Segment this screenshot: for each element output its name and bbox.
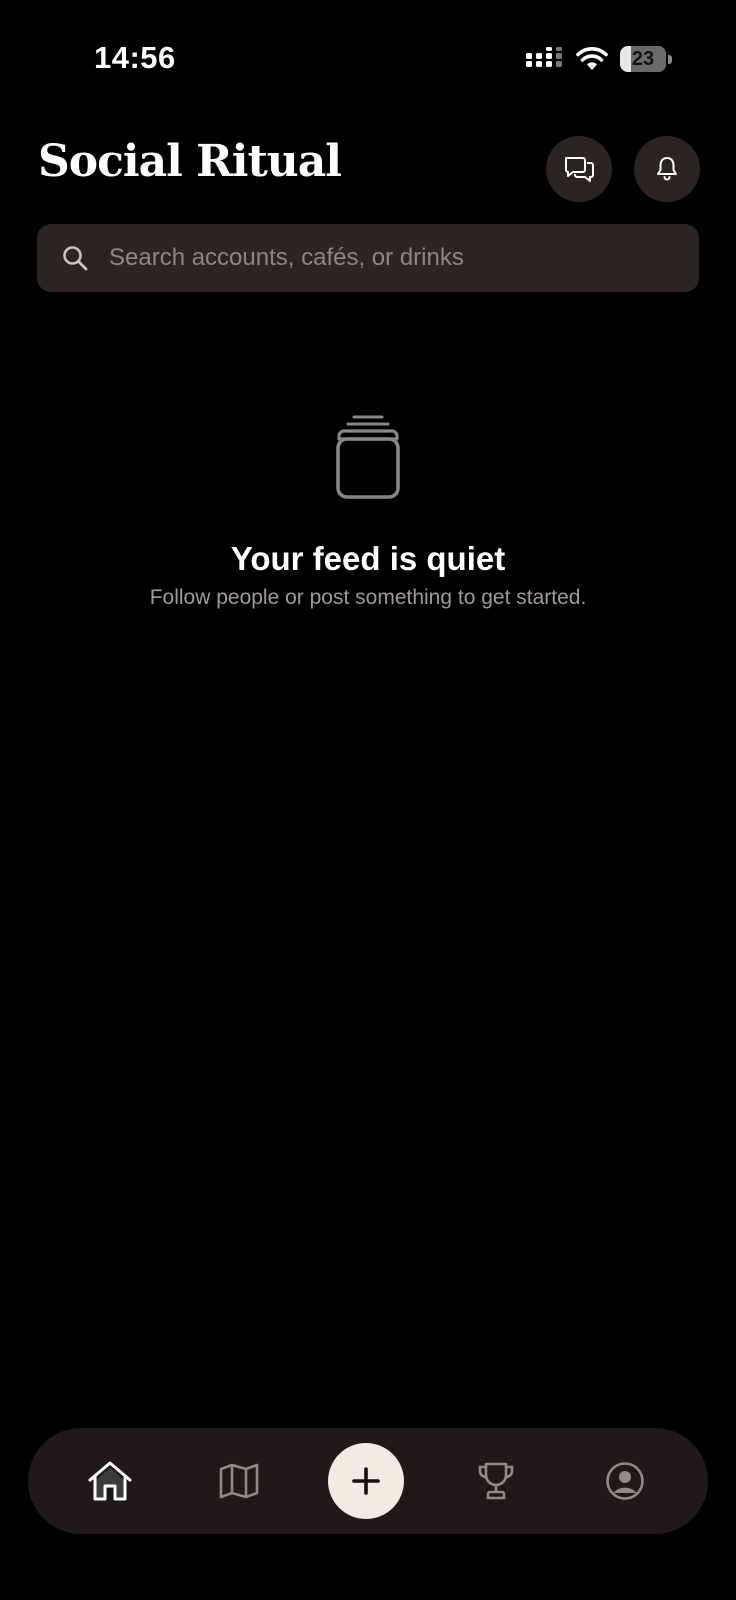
empty-state-title: Your feed is quiet (230, 540, 506, 577)
nav-profile[interactable] (590, 1446, 660, 1516)
messages-button[interactable] (546, 136, 612, 202)
empty-jar-icon (336, 415, 400, 499)
wifi-icon (576, 47, 608, 70)
bell-icon (657, 157, 677, 181)
empty-state-subtitle: Follow people or post something to get s… (149, 586, 587, 609)
battery-level: 23 (631, 48, 655, 70)
notifications-button[interactable] (634, 136, 700, 202)
search-bar[interactable] (37, 224, 699, 292)
home-icon (88, 1461, 132, 1501)
profile-icon (606, 1462, 644, 1500)
bottom-nav (28, 1428, 708, 1534)
nav-awards[interactable] (461, 1446, 531, 1516)
search-input[interactable] (73, 224, 653, 292)
status-time: 14:56 (94, 40, 176, 75)
map-icon (219, 1463, 259, 1499)
nav-map[interactable] (204, 1446, 274, 1516)
chat-bubbles-icon (565, 157, 594, 182)
trophy-icon (478, 1462, 514, 1500)
new-post-button[interactable] (328, 1443, 404, 1519)
app-title: Social Ritual (38, 136, 342, 187)
status-bar: 14:56 23 (0, 0, 736, 120)
battery-icon: 23 (620, 46, 672, 72)
nav-home[interactable] (75, 1446, 145, 1516)
signal-icon (526, 47, 562, 67)
plus-icon (352, 1467, 380, 1495)
